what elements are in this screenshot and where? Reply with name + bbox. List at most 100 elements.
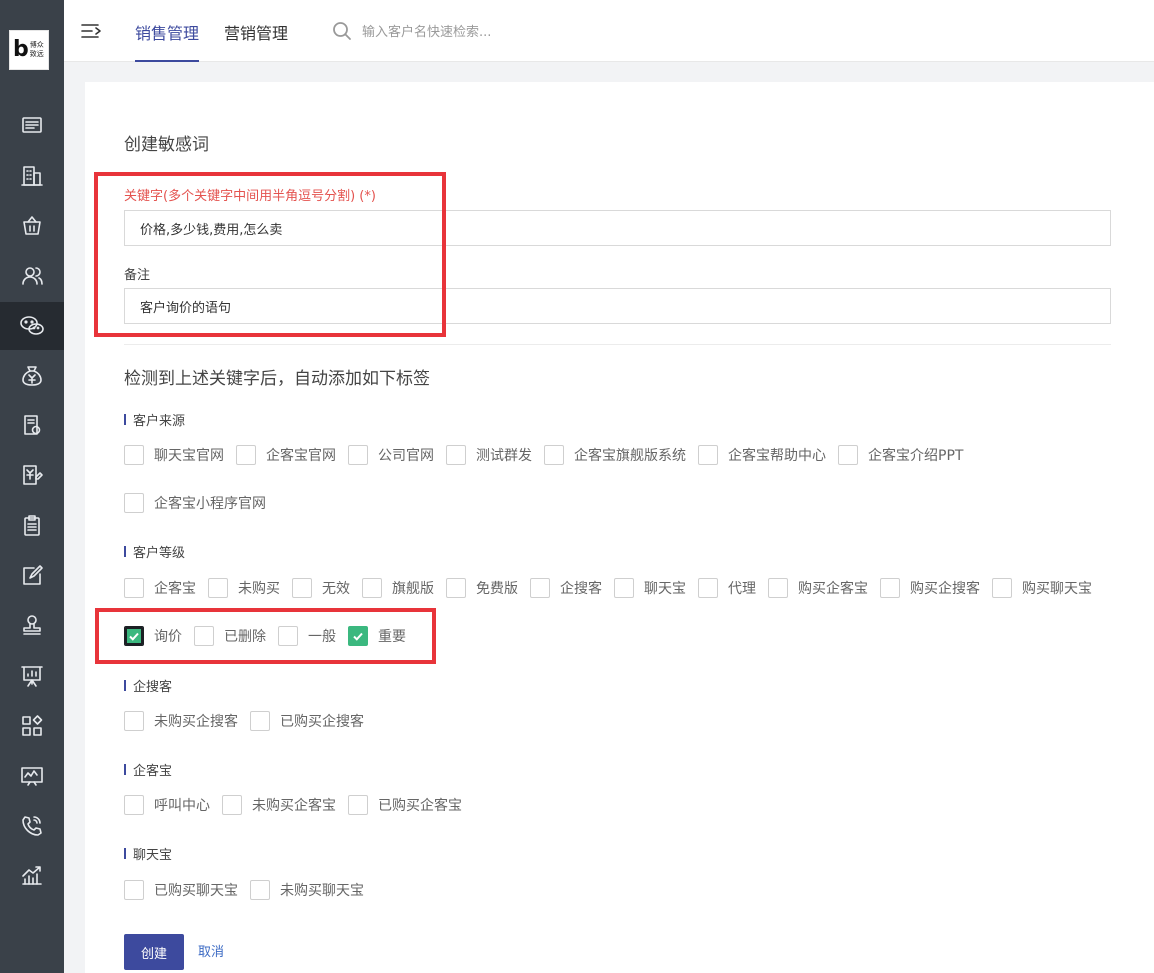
screen-icon	[22, 117, 42, 133]
sidebar-item-wechat[interactable]	[0, 302, 64, 350]
checkbox-label: 已购买企客宝	[378, 798, 462, 814]
tag-checkbox[interactable]: 企客宝介绍PPT	[838, 445, 963, 465]
sidebar-item-presentation[interactable]	[0, 652, 64, 700]
checkbox-box[interactable]	[838, 445, 858, 465]
tag-checkbox[interactable]: 已购买企客宝	[348, 795, 462, 815]
logo[interactable]: b 博众 致远	[9, 30, 49, 70]
tag-checkbox[interactable]: 测试群发	[446, 445, 532, 465]
checkbox-label: 企客宝旗舰版系统	[574, 448, 686, 464]
sidebar-item-stamp[interactable]	[0, 602, 64, 650]
checkbox-label: 企客宝小程序官网	[154, 496, 266, 512]
checkbox-box[interactable]	[124, 711, 144, 731]
cancel-button[interactable]: 取消	[198, 941, 224, 960]
search-input[interactable]	[362, 20, 662, 44]
checkbox-label: 企客宝介绍PPT	[868, 448, 964, 464]
sidebar-item-certificate[interactable]	[0, 402, 64, 450]
checkbox-box[interactable]	[698, 578, 718, 598]
checkbox-box[interactable]	[124, 578, 144, 598]
checkbox-label: 未购买聊天宝	[280, 883, 364, 899]
checkbox-row: 聊天宝官网 企客宝官网 公司官网 测试群发 企客宝旗舰版系统 企客宝帮助中心 企客宝介绍PP…	[124, 445, 975, 465]
sidebar-item-analytics[interactable]	[0, 752, 64, 800]
tag-checkbox[interactable]: 未购买企搜客	[124, 711, 238, 731]
checkbox-box[interactable]	[530, 578, 550, 598]
tag-checkbox[interactable]: 购买企搜客	[880, 578, 980, 598]
group-title: 企客宝	[124, 760, 172, 779]
checkbox-row: 企客宝小程序官网	[124, 493, 278, 513]
sidebar-item-screen[interactable]	[0, 102, 64, 150]
tag-checkbox[interactable]: 代理	[698, 578, 756, 598]
checkbox-box[interactable]	[236, 445, 256, 465]
checkbox-box[interactable]	[614, 578, 634, 598]
checkbox-row: 呼叫中心 未购买企客宝 已购买企客宝	[124, 795, 474, 815]
checkbox-box[interactable]	[222, 795, 242, 815]
sidebar-item-building[interactable]	[0, 152, 64, 200]
tag-checkbox[interactable]: 旗舰版	[362, 578, 434, 598]
checkbox-box[interactable]	[208, 578, 228, 598]
tag-checkbox[interactable]: 已购买企搜客	[250, 711, 364, 731]
tag-checkbox[interactable]: 无效	[292, 578, 350, 598]
sidebar-item-clipboard[interactable]	[0, 502, 64, 550]
sidebar-item-invoice-edit[interactable]	[0, 452, 64, 500]
sidebar-item-chart-up[interactable]	[0, 852, 64, 900]
tab-marketing-management[interactable]: 营销管理	[224, 20, 288, 62]
checkbox-box[interactable]	[250, 711, 270, 731]
checkbox-box[interactable]	[348, 445, 368, 465]
tag-checkbox[interactable]: 未购买聊天宝	[250, 880, 364, 900]
sidebar-item-apps[interactable]	[0, 702, 64, 750]
section-title: 检测到上述关键字后，自动添加如下标签	[124, 369, 430, 389]
checkbox-label: 企客宝	[154, 581, 196, 597]
chart-up-icon	[22, 866, 42, 885]
tab-sales-management[interactable]: 销售管理	[135, 20, 200, 62]
menu-toggle-icon[interactable]	[80, 20, 104, 42]
sidebar-item-users[interactable]	[0, 252, 64, 300]
tag-checkbox[interactable]: 未购买	[208, 578, 280, 598]
checkbox-label: 旗舰版	[392, 581, 434, 597]
checkbox-box[interactable]	[348, 795, 368, 815]
tag-checkbox[interactable]: 企搜客	[530, 578, 602, 598]
checkbox-box[interactable]	[698, 445, 718, 465]
checkbox-box[interactable]	[124, 493, 144, 513]
checkbox-box[interactable]	[880, 578, 900, 598]
checkbox-box[interactable]	[124, 880, 144, 900]
checkbox-box[interactable]	[768, 578, 788, 598]
sidebar: b 博众 致远	[0, 0, 64, 973]
stamp-icon	[23, 615, 41, 635]
sidebar-item-money-bag[interactable]	[0, 352, 64, 400]
checkbox-label: 购买企客宝	[798, 581, 868, 597]
checkbox-label: 企搜客	[560, 581, 602, 597]
tag-checkbox[interactable]: 企客宝	[124, 578, 196, 598]
tag-checkbox[interactable]: 免费版	[446, 578, 518, 598]
tag-checkbox[interactable]: 公司官网	[348, 445, 434, 465]
tag-checkbox[interactable]: 企客宝帮助中心	[698, 445, 826, 465]
sidebar-item-basket[interactable]	[0, 202, 64, 250]
sidebar-item-edit[interactable]	[0, 552, 64, 600]
checkbox-box[interactable]	[446, 445, 466, 465]
checkbox-box[interactable]	[362, 578, 382, 598]
tag-checkbox[interactable]: 购买企客宝	[768, 578, 868, 598]
tag-checkbox[interactable]: 企客宝小程序官网	[124, 493, 266, 513]
logo-text: 博众 致远	[29, 41, 44, 58]
page-title: 创建敏感词	[124, 135, 209, 155]
checkbox-row: 已购买聊天宝 未购买聊天宝	[124, 880, 376, 900]
create-button[interactable]: 创建	[124, 934, 184, 970]
tag-checkbox[interactable]: 呼叫中心	[124, 795, 210, 815]
checkbox-box[interactable]	[250, 880, 270, 900]
tag-checkbox[interactable]: 已购买聊天宝	[124, 880, 238, 900]
search-icon[interactable]	[332, 21, 352, 41]
tag-checkbox[interactable]: 聊天宝官网	[124, 445, 224, 465]
form-card: 创建敏感词 关键字(多个关键字中间用半角逗号分割) (*) 备注 检测到上述关键…	[85, 82, 1154, 973]
tag-checkbox[interactable]: 企客宝旗舰版系统	[544, 445, 686, 465]
sidebar-item-phone[interactable]	[0, 802, 64, 850]
checkbox-box[interactable]	[124, 795, 144, 815]
checkbox-box[interactable]	[292, 578, 312, 598]
analytics-icon	[21, 767, 43, 786]
checkbox-box[interactable]	[992, 578, 1012, 598]
tag-checkbox[interactable]: 未购买企客宝	[222, 795, 336, 815]
tag-checkbox[interactable]: 购买聊天宝	[992, 578, 1092, 598]
checkbox-label: 未购买企客宝	[252, 798, 336, 814]
checkbox-box[interactable]	[446, 578, 466, 598]
checkbox-box[interactable]	[124, 445, 144, 465]
checkbox-box[interactable]	[544, 445, 564, 465]
tag-checkbox[interactable]: 聊天宝	[614, 578, 686, 598]
tag-checkbox[interactable]: 企客宝官网	[236, 445, 336, 465]
